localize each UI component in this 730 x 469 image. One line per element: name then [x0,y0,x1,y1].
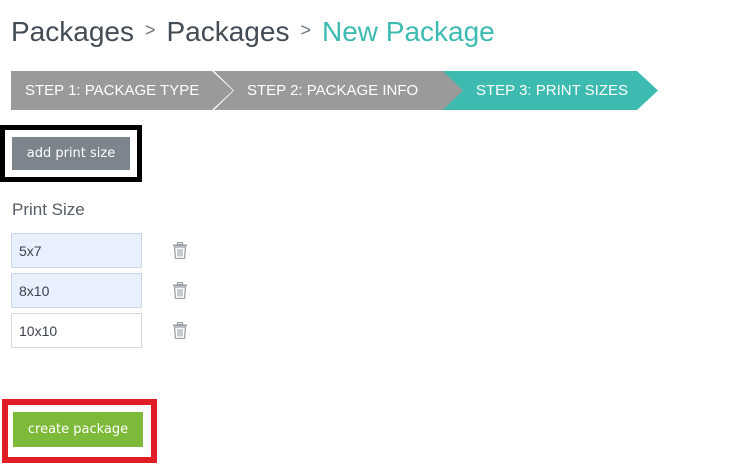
step-3-print-sizes[interactable]: STEP 3: PRINT SIZES [443,71,658,110]
step-progress: STEP 1: PACKAGE TYPE STEP 2: PACKAGE INF… [11,71,671,110]
print-size-row [11,273,211,308]
breadcrumb-current-page: New Package [321,16,495,47]
print-size-label: Print Size [12,200,85,219]
print-size-input[interactable] [11,313,142,348]
trash-icon[interactable] [173,242,187,259]
print-size-input[interactable] [11,273,142,308]
step-1-package-type[interactable]: STEP 1: PACKAGE TYPE [11,71,233,110]
breadcrumb-item-packages[interactable]: Packages [11,16,134,48]
print-size-input[interactable] [11,233,142,268]
step-1-label: STEP 1: PACKAGE TYPE [25,82,200,99]
breadcrumb: Packages > Packages > New Package [11,12,495,52]
trash-icon[interactable] [173,322,187,339]
breadcrumb-separator: > [300,19,311,40]
add-print-size-button[interactable]: add print size [12,137,130,170]
step-2-label: STEP 2: PACKAGE INFO [247,82,419,99]
trash-icon[interactable] [173,282,187,299]
print-size-row [11,233,211,268]
breadcrumb-item-packages-2[interactable]: Packages [166,16,289,48]
create-package-button[interactable]: create package [13,412,143,447]
step-2-package-info[interactable]: STEP 2: PACKAGE INFO [214,71,466,110]
print-size-row [11,313,211,348]
breadcrumb-separator: > [144,19,156,40]
step-3-label: STEP 3: PRINT SIZES [476,82,628,99]
